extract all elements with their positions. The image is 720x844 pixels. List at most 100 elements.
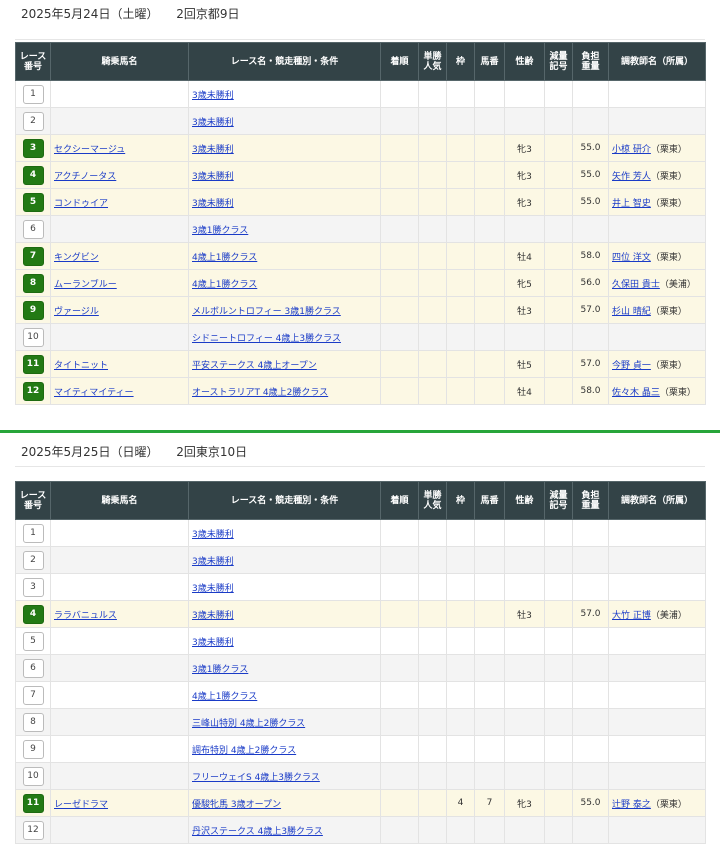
race-number-badge[interactable]: 11	[22, 793, 44, 813]
race-name-link[interactable]: 優駿牝馬 3歳オープン	[192, 800, 281, 810]
trainer-link[interactable]: 久保田 貴士	[612, 280, 660, 290]
race-name-link[interactable]: 丹沢ステークス 4歳上3勝クラス	[192, 827, 323, 837]
table-row: 8 ムーランブルー 4歳上1勝クラス 牝5 56.0 久保田 貴士（美浦）	[15, 269, 706, 297]
race-number-badge[interactable]: 12	[22, 820, 44, 840]
horse-name-link[interactable]: セクシーマージュ	[54, 145, 125, 155]
column-header: 減量 記号	[544, 481, 573, 520]
race-name-link[interactable]: 4歳上1勝クラス	[192, 692, 257, 702]
race-name-link[interactable]: 3歳未勝利	[192, 638, 234, 648]
trainer-link[interactable]: 今野 貞一	[612, 361, 651, 371]
horse-name-link[interactable]: コンドゥイア	[54, 199, 108, 209]
sex-cell	[504, 681, 545, 709]
trainer-affiliation: （美浦）	[650, 610, 687, 621]
race-number-badge[interactable]: 5	[22, 192, 44, 212]
race-number-badge[interactable]: 4	[22, 604, 44, 624]
trainer-link[interactable]: 杉山 晴紀	[612, 307, 651, 317]
race-number-badge[interactable]: 11	[22, 354, 44, 374]
trainer-link[interactable]: 小椋 研介	[612, 145, 651, 155]
race-number-cell: 3	[15, 134, 51, 162]
horse-name-cell: ムーランブルー	[50, 269, 189, 297]
race-number-cell: 8	[15, 708, 51, 736]
race-number-cell: 11	[15, 789, 51, 817]
race-name-link[interactable]: 3歳未勝利	[192, 199, 234, 209]
column-header: 性齢	[504, 42, 545, 81]
trainer-affiliation: （栗東）	[650, 252, 687, 263]
race-number-badge[interactable]: 1	[22, 523, 44, 543]
race-number-badge[interactable]: 8	[22, 273, 44, 293]
race-number-cell: 11	[15, 350, 51, 378]
horse-name-link[interactable]: レーゼドラマ	[54, 800, 108, 810]
race-number-badge[interactable]: 7	[22, 246, 44, 266]
trainer-link[interactable]: 辻野 泰之	[612, 800, 651, 810]
table-row: 9 ヴァージル メルボルントロフィー 3歳1勝クラス 牡3 57.0 杉山 晴紀（栗東）	[15, 296, 706, 324]
trainer-link[interactable]: 佐々木 晶三	[612, 388, 660, 398]
sex-cell	[504, 654, 545, 682]
sex-cell	[504, 735, 545, 763]
horse-name-link[interactable]: タイトニット	[54, 361, 108, 371]
race-number-badge[interactable]: 9	[22, 300, 44, 320]
horse-name-link[interactable]: ララバニュルス	[54, 611, 117, 621]
trainer-link[interactable]: 四位 洋文	[612, 253, 651, 263]
gen-cell	[544, 735, 573, 763]
race-name-link[interactable]: 3歳未勝利	[192, 530, 234, 540]
umaban-cell	[474, 242, 505, 270]
race-name-link[interactable]: 3歳未勝利	[192, 118, 234, 128]
race-number-badge[interactable]: 1	[22, 84, 44, 104]
race-number-badge[interactable]: 10	[22, 327, 44, 347]
horse-name-link[interactable]: マイティマイティー	[54, 388, 134, 398]
race-name-link[interactable]: 3歳未勝利	[192, 584, 234, 594]
umaban-cell	[474, 519, 505, 547]
table-row: 9 調布特別 4歳上2勝クラス	[15, 735, 706, 763]
race-name-link[interactable]: 調布特別 4歳上2勝クラス	[192, 746, 296, 756]
race-number-cell: 6	[15, 654, 51, 682]
race-name-link[interactable]: 4歳上1勝クラス	[192, 280, 257, 290]
race-number-badge[interactable]: 5	[22, 631, 44, 651]
horse-name-cell: マイティマイティー	[50, 377, 189, 405]
gen-cell	[544, 350, 573, 378]
race-number-badge[interactable]: 12	[22, 381, 44, 401]
umaban-cell	[474, 107, 505, 135]
race-name-link[interactable]: オーストラリアT 4歳上2勝クラス	[192, 388, 328, 398]
race-number-badge[interactable]: 7	[22, 685, 44, 705]
race-name-link[interactable]: フリーウェイS 4歳上3勝クラス	[192, 773, 320, 783]
race-number-badge[interactable]: 3	[22, 138, 44, 158]
umaban-cell	[474, 762, 505, 790]
race-number-badge[interactable]: 10	[22, 766, 44, 786]
race-name-link[interactable]: 三峰山特別 4歳上2勝クラス	[192, 719, 305, 729]
race-number-badge[interactable]: 6	[22, 219, 44, 239]
trainer-link[interactable]: 井上 智史	[612, 199, 651, 209]
race-number-badge[interactable]: 2	[22, 111, 44, 131]
pop-cell	[418, 762, 447, 790]
race-number-badge[interactable]: 9	[22, 739, 44, 759]
race-name-link[interactable]: 3歳未勝利	[192, 91, 234, 101]
trainer-link[interactable]: 矢作 芳人	[612, 172, 651, 182]
race-name-link[interactable]: 平安ステークス 4歳上オープン	[192, 361, 317, 371]
horse-name-link[interactable]: ムーランブルー	[54, 280, 117, 290]
horse-name-cell	[50, 708, 189, 736]
horse-name-link[interactable]: アクチノータス	[54, 172, 116, 182]
race-name-link[interactable]: メルボルントロフィー 3歳1勝クラス	[192, 307, 341, 317]
race-name-link[interactable]: 3歳1勝クラス	[192, 226, 248, 236]
race-name-link[interactable]: 3歳1勝クラス	[192, 665, 248, 675]
umaban-cell	[474, 377, 505, 405]
race-number-badge[interactable]: 3	[22, 577, 44, 597]
horse-name-link[interactable]: キングビン	[54, 253, 99, 263]
race-number-badge[interactable]: 2	[22, 550, 44, 570]
trainer-link[interactable]: 大竹 正博	[612, 611, 651, 621]
trainer-affiliation: （栗東）	[650, 306, 687, 317]
race-name-link[interactable]: シドニートロフィー 4歳上3勝クラス	[192, 334, 341, 344]
horse-name-cell: タイトニット	[50, 350, 189, 378]
race-number-badge[interactable]: 4	[22, 165, 44, 185]
race-name-link[interactable]: 3歳未勝利	[192, 145, 234, 155]
race-number-badge[interactable]: 6	[22, 658, 44, 678]
race-name-link[interactable]: 4歳上1勝クラス	[192, 253, 257, 263]
horse-name-link[interactable]: ヴァージル	[54, 307, 99, 317]
race-number-badge[interactable]: 8	[22, 712, 44, 732]
race-name-link[interactable]: 3歳未勝利	[192, 557, 234, 567]
trainer-cell	[608, 80, 706, 108]
race-name-link[interactable]: 3歳未勝利	[192, 172, 234, 182]
waku-cell	[446, 519, 475, 547]
sex-cell: 牝3	[504, 134, 545, 162]
race-name-link[interactable]: 3歳未勝利	[192, 611, 234, 621]
gen-cell	[544, 242, 573, 270]
